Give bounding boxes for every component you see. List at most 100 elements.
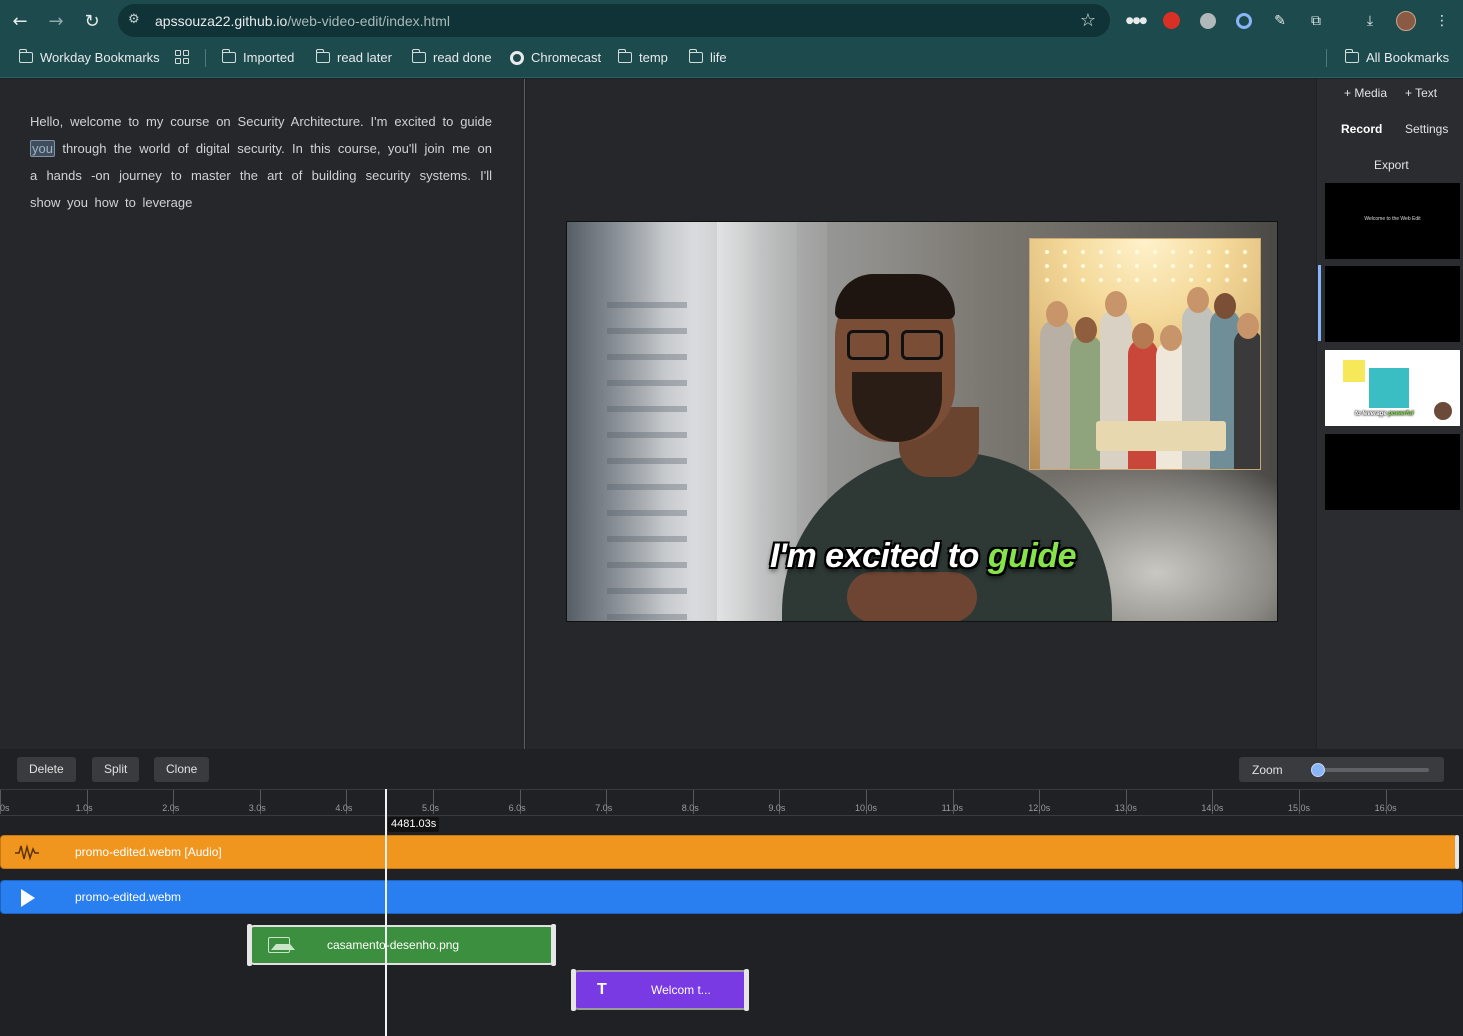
ruler-tick-label: 3.0s <box>248 803 266 813</box>
bookmark-star-icon[interactable]: ☆ <box>1080 10 1096 31</box>
apps-grid-icon[interactable] <box>175 50 189 64</box>
extension-blue-icon[interactable] <box>1236 13 1252 29</box>
video-preview[interactable]: I'm excited to guide <box>566 221 1278 622</box>
glasses-right <box>901 330 943 360</box>
figure-head <box>1105 291 1127 317</box>
thumbnail-presenter <box>1432 400 1454 422</box>
extension-dots-icon[interactable]: ●●● <box>1125 10 1148 32</box>
address-bar[interactable]: ⚙ apssouza22.github.io/web-video-edit/in… <box>118 4 1110 37</box>
video-editor-app: Hello, welcome to my course on Security … <box>0 79 1463 1036</box>
figure-head <box>1187 287 1209 313</box>
presenter-hands <box>847 572 977 621</box>
settings-tab[interactable]: Settings <box>1405 122 1448 136</box>
play-icon <box>21 889 35 907</box>
menu-kebab-icon[interactable]: ⋮ <box>1431 10 1453 32</box>
bookmark-read-later[interactable]: read later <box>315 49 392 65</box>
globe-icon <box>510 50 524 65</box>
record-tab[interactable]: Record <box>1341 122 1382 136</box>
string-lights <box>1038 245 1254 285</box>
extensions-puzzle-icon[interactable]: ⧉ <box>1305 10 1327 32</box>
ruler-tick-label: 4.0s <box>335 803 353 813</box>
thumbnail-caption: Welcome to the Web Edit <box>1364 216 1421 222</box>
timeline-panel: Delete Split Clone Zoom 0s 1.0s 2.0s 3.0s 4.… <box>0 749 1463 1036</box>
zoom-slider-track[interactable] <box>1315 768 1429 772</box>
bookmark-workday[interactable]: Workday Bookmarks <box>18 49 160 65</box>
frame-thumbnail[interactable]: to leverage powerful <box>1325 350 1460 426</box>
clone-button[interactable]: Clone <box>154 757 210 782</box>
bookmark-temp[interactable]: temp <box>617 49 668 65</box>
export-button[interactable]: Export <box>1374 158 1409 172</box>
frame-thumbnail[interactable]: Welcome to the Web Edit <box>1325 183 1460 259</box>
figure-head <box>1046 301 1068 327</box>
image-track-start-handle[interactable] <box>247 924 252 966</box>
current-frame-indicator <box>1318 265 1321 341</box>
frame-thumbnail[interactable] <box>1325 266 1460 342</box>
overlay-image-casamento[interactable] <box>1029 238 1261 470</box>
folder-icon <box>617 49 632 63</box>
bookmark-separator <box>205 49 206 67</box>
folder-icon <box>688 49 703 63</box>
current-word[interactable]: you <box>30 140 55 157</box>
image-track-label: casamento-desenho.png <box>327 938 460 952</box>
ruler-tick-label: 11.0s <box>941 803 963 813</box>
figure-head <box>1075 317 1097 343</box>
url-text[interactable]: apssouza22.github.io/web-video-edit/inde… <box>155 13 450 29</box>
audio-track[interactable]: promo-edited.webm [Audio] <box>0 835 1458 869</box>
ruler-tick-label: 16.0s <box>1374 803 1397 813</box>
figure-head <box>1237 313 1259 339</box>
frame-thumbnail[interactable] <box>1325 434 1460 510</box>
transcript-text[interactable]: Hello, welcome to my course on Security … <box>30 108 492 216</box>
bookmark-chromecast[interactable]: Chromecast <box>510 50 601 65</box>
ruler-tick-label: 13.0s <box>1114 803 1137 813</box>
side-panel: + Media + Text Record Settings Export We… <box>1317 79 1463 749</box>
text-track-label: Welcom t... <box>651 983 711 997</box>
text-track-start-handle[interactable] <box>571 969 576 1011</box>
download-icon[interactable]: ⤓ <box>1359 10 1381 32</box>
folder-icon <box>1344 49 1359 63</box>
extension-red-icon[interactable] <box>1163 12 1180 29</box>
transcript-panel: Hello, welcome to my course on Security … <box>0 79 525 749</box>
ruler-tick-label: 0s <box>0 803 10 813</box>
zoom-label: Zoom <box>1252 763 1283 777</box>
reload-icon[interactable]: ↻ <box>80 9 104 33</box>
bookmark-imported[interactable]: Imported <box>221 49 294 65</box>
add-text-button[interactable]: + Text <box>1405 86 1437 100</box>
eyedropper-icon[interactable]: ✎ <box>1269 10 1291 32</box>
back-icon[interactable]: ← <box>8 9 32 33</box>
add-media-button[interactable]: + Media <box>1344 86 1387 100</box>
ruler-tick-label: 8.0s <box>681 803 699 813</box>
text-track-end-handle[interactable] <box>744 969 749 1011</box>
figure <box>1234 329 1260 469</box>
forward-icon[interactable]: → <box>44 9 68 33</box>
all-bookmarks[interactable]: All Bookmarks <box>1344 49 1449 65</box>
ruler-tick-label: 7.0s <box>595 803 613 813</box>
extension-gray-icon[interactable] <box>1200 13 1216 29</box>
ruler-tick-label: 2.0s <box>162 803 180 813</box>
split-button[interactable]: Split <box>92 757 140 782</box>
video-track[interactable]: promo-edited.webm <box>0 880 1463 914</box>
bookmark-read-done[interactable]: read done <box>411 49 492 65</box>
ruler-tick-label: 10.0s <box>855 803 878 813</box>
zoom-slider-thumb[interactable] <box>1311 763 1325 777</box>
folder-icon <box>411 49 426 63</box>
playhead[interactable] <box>385 789 387 1036</box>
time-ruler[interactable]: 0s 1.0s 2.0s 3.0s 4.0s 5.0s 6.0s 7.0s 8.0s 9.0s 10… <box>0 789 1463 816</box>
folder-icon <box>18 49 33 63</box>
folder-icon <box>315 49 330 63</box>
playhead-time: 4481.03s <box>388 817 440 832</box>
audio-track-end-handle[interactable] <box>1455 835 1459 869</box>
delete-button[interactable]: Delete <box>17 757 76 782</box>
figure-head <box>1160 325 1182 351</box>
subtitle-caption: I'm excited to guide <box>769 537 1077 575</box>
profile-avatar[interactable] <box>1396 11 1416 31</box>
site-settings-icon[interactable]: ⚙ <box>128 12 144 28</box>
presenter-hair <box>835 274 955 319</box>
text-track[interactable]: T Welcom t... <box>573 970 748 1010</box>
ruler-tick-label: 5.0s <box>422 803 440 813</box>
image-track-end-handle[interactable] <box>551 924 556 966</box>
bookmark-life[interactable]: life <box>688 49 727 65</box>
audio-track-label: promo-edited.webm [Audio] <box>75 845 222 859</box>
image-track[interactable]: casamento-desenho.png <box>249 925 555 965</box>
video-track-label: promo-edited.webm <box>75 890 182 904</box>
ruler-tick-label: 6.0s <box>508 803 526 813</box>
